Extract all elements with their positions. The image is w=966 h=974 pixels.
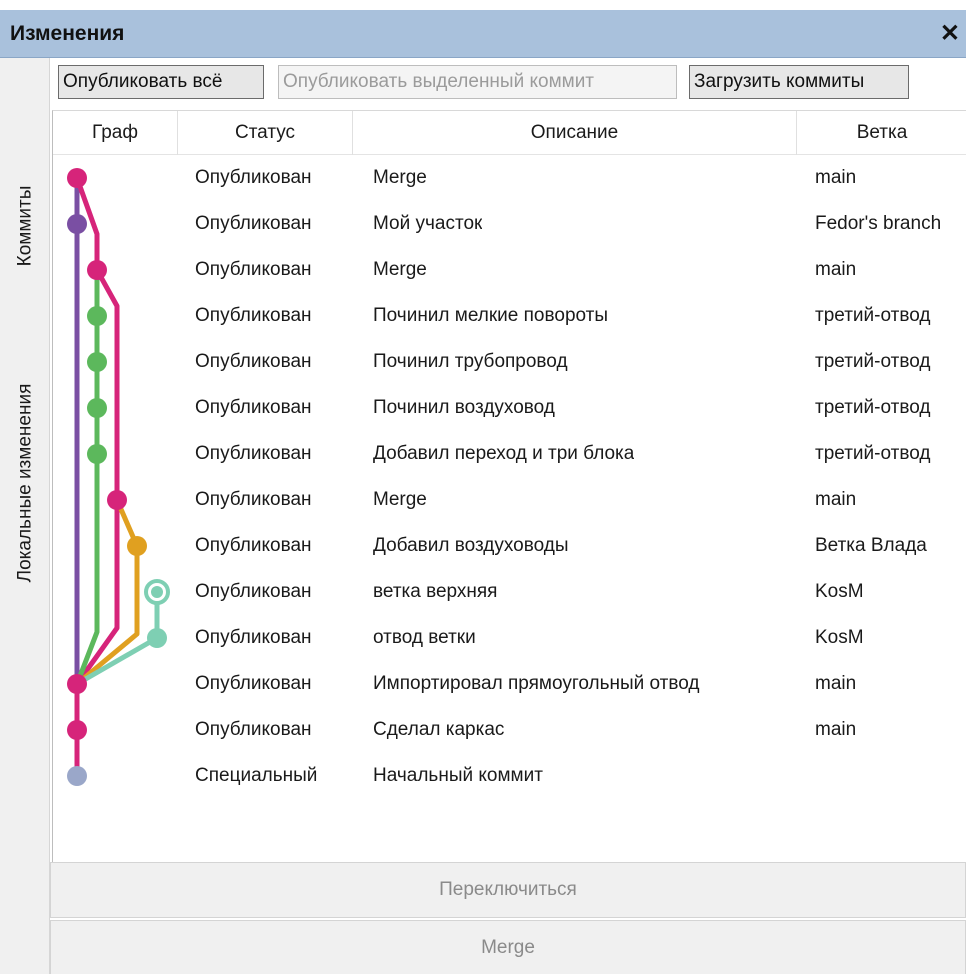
- commit-graph: [67, 168, 170, 786]
- table-row[interactable]: Опубликован Починил воздуховод третий-отво…: [53, 385, 966, 431]
- status-cell: Опубликован: [195, 397, 312, 418]
- commit-node[interactable]: [107, 490, 127, 510]
- commit-node[interactable]: [147, 628, 167, 648]
- description-cell: отвод ветки: [373, 627, 476, 648]
- table-row[interactable]: Специальный Начальный коммит: [53, 753, 966, 799]
- load-commits-button[interactable]: Загрузить коммиты: [689, 65, 909, 99]
- branch-cell: KosM: [815, 627, 864, 648]
- branch-cell: Fedor's branch: [815, 213, 942, 234]
- tab-local-changes[interactable]: Локальные изменения: [0, 313, 50, 653]
- commit-node[interactable]: [67, 720, 87, 740]
- status-cell: Специальный: [195, 765, 318, 786]
- description-cell: Начальный коммит: [373, 765, 543, 786]
- sidebar: Коммиты Локальные изменения: [0, 58, 50, 974]
- commit-node[interactable]: [87, 306, 107, 326]
- description-cell: Мой участок: [373, 213, 483, 234]
- tab-commits-label: Коммиты: [14, 185, 36, 267]
- status-cell: Опубликован: [195, 535, 312, 556]
- status-cell: Опубликован: [195, 213, 312, 234]
- table-row[interactable]: Опубликован Merge main: [53, 477, 966, 523]
- branch-cell: Ветка Влада: [815, 535, 927, 556]
- description-cell: Merge: [373, 167, 427, 188]
- tab-local-changes-label: Локальные изменения: [14, 383, 36, 583]
- commit-node[interactable]: [67, 168, 87, 188]
- table-row[interactable]: Опубликован Сделал каркас main: [53, 707, 966, 753]
- table-row[interactable]: Опубликован Merge main: [53, 155, 966, 201]
- table-row[interactable]: Опубликован Починил мелкие повороты третий…: [53, 293, 966, 339]
- column-header-graph[interactable]: Граф: [53, 111, 178, 155]
- status-cell: Опубликован: [195, 305, 312, 326]
- branch-cell: main: [815, 167, 857, 188]
- description-cell: Починил воздуховод: [373, 397, 555, 418]
- column-header-branch[interactable]: Ветка: [797, 111, 966, 155]
- status-cell: Опубликован: [195, 581, 312, 602]
- commits-panel: Опубликовать всё Опубликовать выделенный…: [50, 58, 966, 974]
- close-icon[interactable]: ✕: [940, 10, 960, 58]
- status-cell: Опубликован: [195, 673, 312, 694]
- status-cell: Опубликован: [195, 719, 312, 740]
- table-row[interactable]: Опубликован Добавил воздуховоды Ветка Влад…: [53, 523, 966, 569]
- publish-all-button[interactable]: Опубликовать всё: [58, 65, 264, 99]
- description-cell: ветка верхняя: [373, 581, 498, 602]
- commit-node[interactable]: [127, 536, 147, 556]
- description-cell: Починил трубопровод: [373, 351, 568, 372]
- commit-node[interactable]: [87, 260, 107, 280]
- table-row[interactable]: Опубликован Добавил переход и три блока тр…: [53, 431, 966, 477]
- branch-cell: main: [815, 259, 857, 280]
- branch-cell: main: [815, 489, 857, 510]
- status-cell: Опубликован: [195, 351, 312, 372]
- commit-node[interactable]: [87, 398, 107, 418]
- description-cell: Добавил воздуховоды: [373, 535, 569, 556]
- commit-node-dot: [151, 586, 163, 598]
- branch-cell: третий-отвод: [815, 305, 931, 326]
- description-cell: Merge: [373, 489, 427, 510]
- publish-selected-button[interactable]: Опубликовать выделенный коммит: [278, 65, 677, 99]
- table-header: Граф Статус Описание Ветка: [53, 111, 966, 155]
- status-cell: Опубликован: [195, 167, 312, 188]
- table-row[interactable]: Опубликован Починил трубопровод третий-отв…: [53, 339, 966, 385]
- status-cell: Опубликован: [195, 443, 312, 464]
- commit-node[interactable]: [87, 444, 107, 464]
- panel-titlebar: Изменения ✕: [0, 10, 966, 58]
- status-cell: Опубликован: [195, 259, 312, 280]
- status-cell: Опубликован: [195, 627, 312, 648]
- branch-cell: KosM: [815, 581, 864, 602]
- commit-node[interactable]: [67, 214, 87, 234]
- description-cell: Сделал каркас: [373, 719, 505, 740]
- description-cell: Merge: [373, 259, 427, 280]
- column-header-description[interactable]: Описание: [353, 111, 797, 155]
- branch-cell: третий-отвод: [815, 351, 931, 372]
- graph-line-third: [74, 270, 100, 685]
- tab-commits[interactable]: Коммиты: [0, 150, 50, 302]
- merge-button[interactable]: Merge: [50, 920, 966, 974]
- table-row[interactable]: Опубликован отвод ветки KosM: [53, 615, 966, 661]
- branch-cell: третий-отвод: [815, 443, 931, 464]
- description-cell: Импортировал прямоугольный отвод: [373, 673, 700, 694]
- commit-node[interactable]: [87, 352, 107, 372]
- commit-node[interactable]: [67, 674, 87, 694]
- commits-table: Граф Статус Описание Ветка Опубликован Me…: [52, 110, 966, 912]
- table-row[interactable]: Опубликован Мой участок Fedor's branch: [53, 201, 966, 247]
- description-cell: Добавил переход и три блока: [373, 443, 635, 464]
- description-cell: Починил мелкие повороты: [373, 305, 609, 326]
- toolbar: Опубликовать всё Опубликовать выделенный…: [50, 58, 966, 108]
- branch-cell: третий-отвод: [815, 397, 931, 418]
- panel-title: Изменения: [10, 22, 125, 45]
- table-row[interactable]: Опубликован ветка верхняя KosM: [53, 569, 966, 615]
- table-row[interactable]: Опубликован Merge main: [53, 247, 966, 293]
- column-header-status[interactable]: Статус: [178, 111, 353, 155]
- table-row[interactable]: Опубликован Импортировал прямоугольный от…: [53, 661, 966, 707]
- status-cell: Опубликован: [195, 489, 312, 510]
- commit-node[interactable]: [67, 766, 87, 786]
- branch-cell: main: [815, 719, 857, 740]
- switch-button[interactable]: Переключиться: [50, 862, 966, 918]
- branch-cell: main: [815, 673, 857, 694]
